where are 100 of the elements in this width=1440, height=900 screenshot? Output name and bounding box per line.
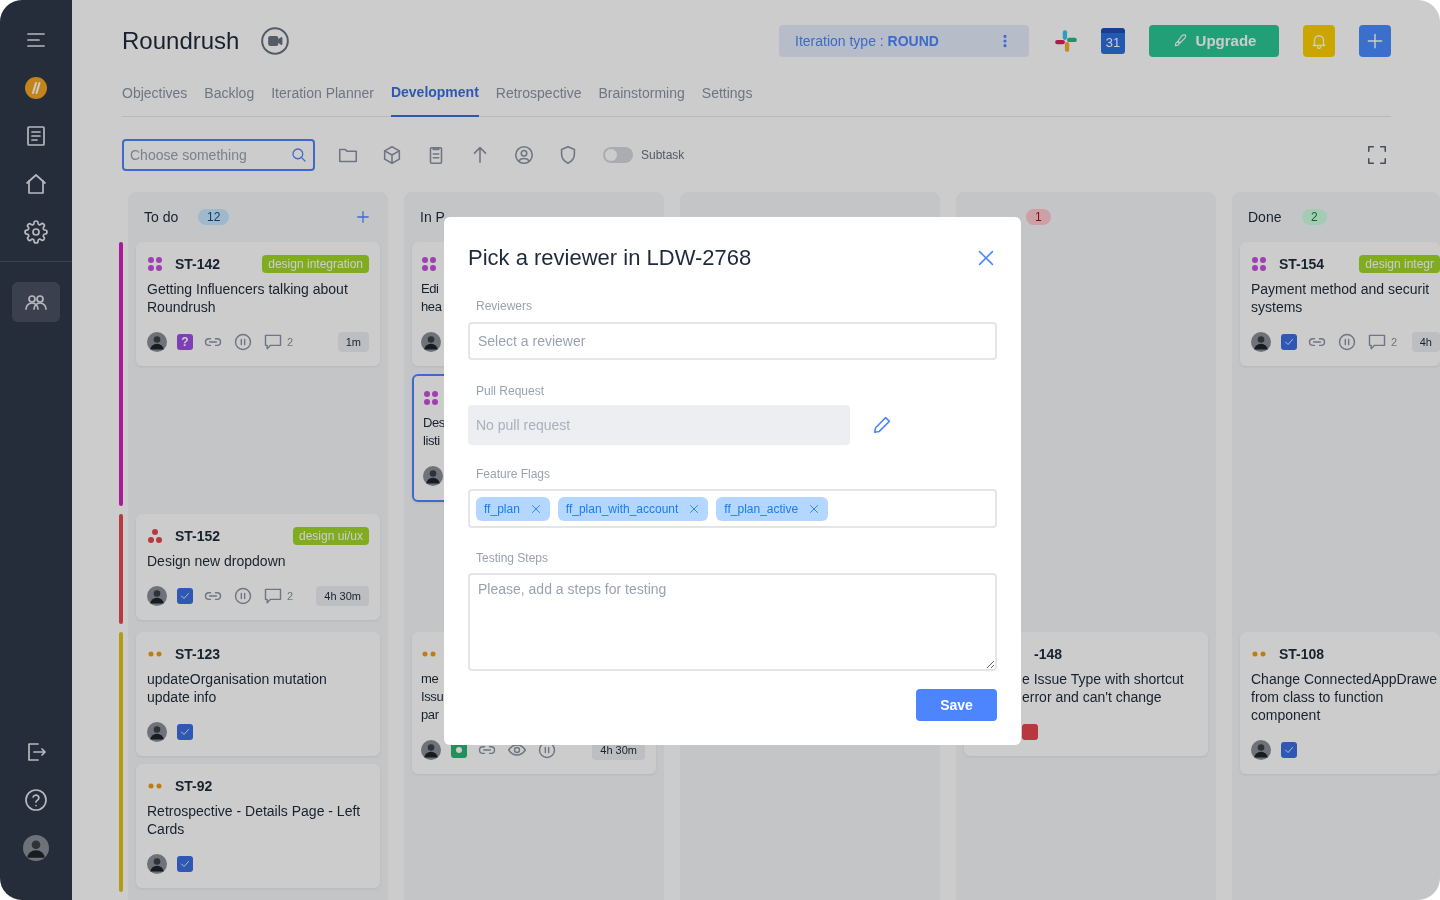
task-card[interactable]: ST-142 design integration Getting Influencers talking about Roundrush ? 2 1m: [136, 242, 380, 366]
user-avatar[interactable]: [421, 740, 441, 760]
task-title: Design new dropdown: [147, 552, 287, 570]
status-icon: ?: [177, 334, 193, 350]
field-label: Testing Steps: [475, 550, 550, 566]
remove-icon[interactable]: [529, 502, 542, 515]
task-tag: design ui/ux: [292, 527, 369, 545]
task-tag: design integr: [1359, 255, 1440, 273]
task-title: Payment method and securit: [1251, 280, 1430, 298]
reviewer-select[interactable]: Select a reviewer: [468, 322, 997, 360]
task-tag: design integration: [262, 255, 369, 273]
user-avatar[interactable]: [147, 586, 167, 606]
settings-icon: [24, 220, 48, 244]
home-icon: [24, 172, 48, 196]
calendar-icon[interactable]: 31: [1101, 28, 1125, 55]
comment-count: 2: [287, 334, 294, 350]
time-estimate: 1m: [337, 332, 369, 352]
task-title: me: [421, 670, 439, 688]
column-title: Done: [1248, 207, 1283, 227]
search-icon: [290, 145, 308, 164]
remove-icon[interactable]: [688, 502, 701, 515]
priority-icon: [147, 256, 163, 272]
task-card[interactable]: ST-152 design ui/ux Design new dropdown 2 4h 30m: [136, 514, 380, 620]
remove-icon[interactable]: [808, 502, 821, 515]
priority-icon: [421, 256, 437, 272]
user-avatar[interactable]: [147, 332, 167, 352]
comment-icon[interactable]: [263, 332, 283, 352]
fullscreen-icon[interactable]: [1366, 143, 1388, 166]
task-id: ST-123: [175, 644, 221, 664]
task-title: par: [421, 706, 439, 724]
cube-icon[interactable]: [381, 143, 403, 166]
task-id: ST-142: [175, 254, 221, 274]
help-icon: [24, 788, 48, 812]
nav-tab[interactable]: Objectives: [122, 82, 188, 117]
time-estimate: 4h: [1411, 332, 1440, 352]
count-badge: 2: [1302, 209, 1327, 225]
nav-tab[interactable]: Backlog: [204, 82, 255, 117]
user-avatar[interactable]: [421, 332, 441, 352]
app-title: Roundrush: [122, 26, 240, 57]
testing-steps-field[interactable]: Please, add a steps for testing: [468, 573, 997, 671]
task-card[interactable]: ST-123 updateOrganisation mutation update info: [136, 632, 380, 756]
sidebar-item[interactable]: [12, 282, 60, 322]
task-card[interactable]: ST-108 Change ConnectedAppDrawe from class to function component: [1240, 632, 1440, 774]
task-id: ST-154: [1279, 254, 1325, 274]
pause-icon[interactable]: [233, 332, 253, 352]
user-avatar[interactable]: [1251, 740, 1271, 760]
pencil-icon[interactable]: [871, 414, 893, 436]
upgrade-button[interactable]: Upgrade: [1149, 25, 1279, 58]
flag-chip[interactable]: ff_plan: [476, 496, 550, 521]
nav-tab[interactable]: Development: [390, 82, 479, 118]
video-icon[interactable]: [261, 27, 290, 56]
slack-icon[interactable]: [1053, 28, 1079, 55]
task-title: Issu: [421, 688, 444, 706]
task-title: listi: [423, 432, 440, 450]
task-id: ST-92: [175, 776, 213, 796]
user-avatar[interactable]: [1251, 332, 1271, 352]
user-avatar[interactable]: [423, 466, 443, 486]
nav-tab[interactable]: Settings: [701, 82, 753, 117]
pause-icon[interactable]: [233, 586, 253, 606]
task-title: updateOrganisation mutation update info: [147, 670, 328, 706]
user-avatar[interactable]: [147, 854, 167, 874]
task-title: e Issue Type with shortcut: [1022, 670, 1184, 688]
feature-flags-field[interactable]: ff_plan ff_plan_with_account ff_plan_active: [468, 489, 997, 528]
field-label: Pull Request: [475, 383, 546, 399]
iteration-type-selector[interactable]: Iteration type : ROUND: [779, 25, 1029, 58]
save-button[interactable]: Save: [916, 689, 997, 721]
task-id: ST-108: [1279, 644, 1325, 664]
user-circle-icon[interactable]: [513, 143, 535, 166]
task-title: Retrospective - Details Page - Left Cards: [147, 802, 362, 838]
count-badge: 12: [198, 209, 230, 225]
flag-chip[interactable]: ff_plan_with_account: [557, 496, 709, 521]
user-avatar[interactable]: [147, 722, 167, 742]
task-title: component: [1251, 706, 1321, 724]
time-estimate: 4h 30m: [316, 586, 369, 606]
task-title: Change ConnectedAppDrawe: [1251, 670, 1437, 688]
task-title: from class to function: [1251, 688, 1384, 706]
status-icon: [1022, 724, 1038, 740]
task-card[interactable]: ST-154 design integr Payment method and securit systems 2 4h: [1240, 242, 1440, 366]
search-field[interactable]: Choose something: [122, 138, 315, 171]
field-label: Feature Flags: [475, 466, 552, 482]
task-id: ST-152: [175, 526, 221, 546]
dialog-title: Pick a reviewer in LDW-2768: [468, 244, 752, 272]
comment-count: 2: [1391, 334, 1398, 350]
field-label: Reviewers: [475, 298, 533, 314]
task-title: hea: [421, 298, 442, 316]
nav-tab[interactable]: Iteration Planner: [271, 82, 374, 117]
subtask-toggle[interactable]: [603, 146, 633, 163]
task-card[interactable]: ST-92 Retrospective - Details Page - Left Cards: [136, 764, 380, 888]
nav-tab[interactable]: Brainstorming: [598, 82, 685, 117]
plus-icon[interactable]: [354, 208, 372, 226]
add-button[interactable]: [1359, 25, 1391, 58]
comment-count: 2: [287, 588, 294, 604]
flag-chip[interactable]: ff_plan_active: [716, 496, 829, 521]
nav-tab[interactable]: Retrospective: [495, 82, 582, 117]
document-icon: [24, 124, 48, 148]
pause-icon[interactable]: [1337, 332, 1357, 352]
comment-icon[interactable]: [1367, 332, 1387, 352]
comment-icon[interactable]: [263, 586, 283, 606]
priority-icon: [147, 528, 163, 544]
logo-icon: [24, 76, 48, 100]
